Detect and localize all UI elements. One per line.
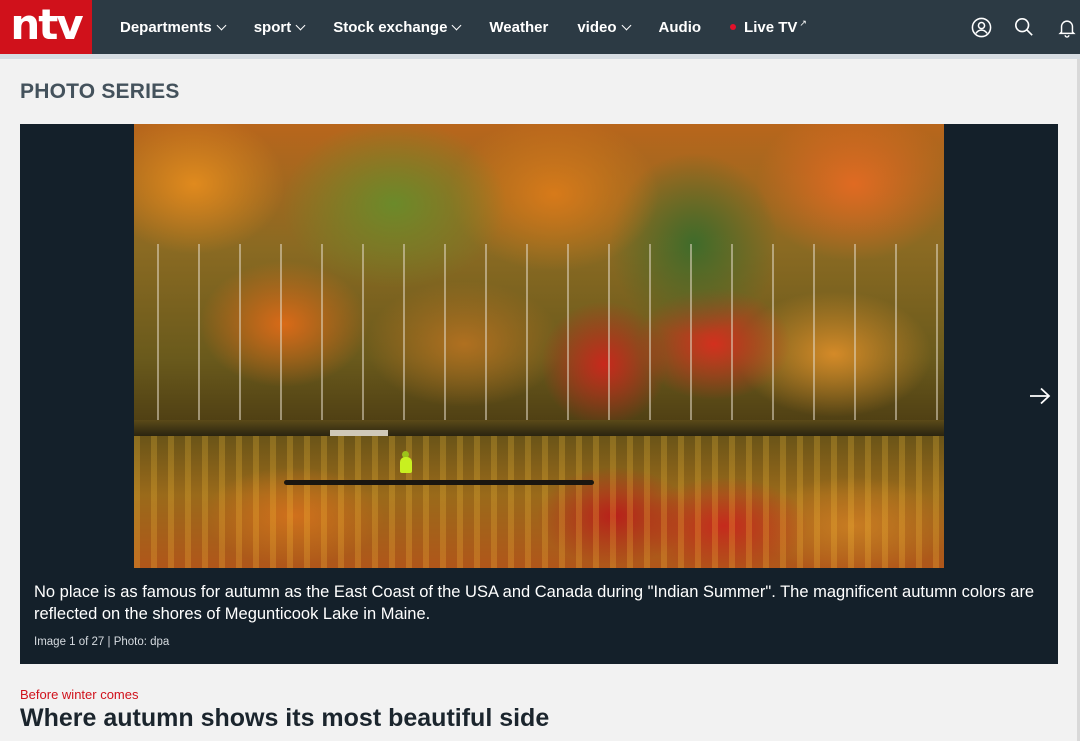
nav-item-label: Audio — [658, 18, 702, 36]
main-nav: Departments sport Stock exchange Weather… — [120, 0, 836, 54]
logo-text: ntv — [10, 0, 83, 49]
next-image-button[interactable] — [1025, 382, 1055, 410]
photo-shoreline — [134, 420, 944, 436]
bell-icon[interactable] — [1056, 16, 1078, 38]
nav-item-label: Weather — [489, 18, 549, 36]
nav-item-label: video — [577, 18, 617, 36]
chevron-down-icon — [216, 20, 227, 30]
ntv-logo[interactable]: ntv — [0, 0, 92, 54]
user-account-icon[interactable] — [970, 16, 992, 38]
nav-item-stock-exchange[interactable]: Stock exchange — [333, 18, 462, 36]
chevron-down-icon — [295, 20, 306, 30]
header-actions — [949, 0, 1080, 54]
nav-item-live-tv[interactable]: Live TV ↗ — [730, 17, 807, 36]
external-link-icon: ↗ — [799, 17, 807, 28]
photo-gallery: No place is as famous for autumn as the … — [20, 124, 1058, 664]
nav-item-sport[interactable]: sport — [253, 18, 306, 36]
nav-item-video[interactable]: video — [577, 18, 631, 36]
photo-rowing-boat — [284, 480, 594, 485]
image-credit: Image 1 of 27 | Photo: dpa — [34, 636, 170, 648]
nav-item-label: Live TV — [744, 18, 798, 36]
arrow-right-icon — [1030, 387, 1051, 405]
article-kicker[interactable]: Before winter comes — [20, 687, 139, 702]
article-headline[interactable]: Where autumn shows its most beautiful si… — [20, 704, 549, 733]
nav-item-label: sport — [253, 18, 292, 36]
site-header: ntv Departments sport Stock exchange Wea… — [0, 0, 1080, 54]
gallery-caption: No place is as famous for autumn as the … — [34, 583, 1035, 623]
photo-lake-reflection — [134, 436, 944, 568]
nav-item-label: Departments — [120, 18, 212, 36]
photo-rower — [400, 457, 412, 473]
photo-tree-trunks — [134, 244, 944, 436]
nav-item-label: Stock exchange — [333, 18, 448, 36]
chevron-down-icon — [621, 20, 631, 30]
chevron-down-icon — [451, 20, 462, 30]
nav-item-audio[interactable]: Audio — [659, 19, 702, 36]
header-divider — [0, 54, 1080, 59]
nav-item-departments[interactable]: Departments — [120, 18, 227, 36]
nav-item-weather[interactable]: Weather — [489, 19, 548, 36]
search-icon[interactable] — [1013, 16, 1035, 38]
section-title: PHOTO SERIES — [20, 80, 180, 103]
gallery-photo[interactable] — [134, 124, 944, 568]
live-dot-icon — [730, 24, 737, 30]
